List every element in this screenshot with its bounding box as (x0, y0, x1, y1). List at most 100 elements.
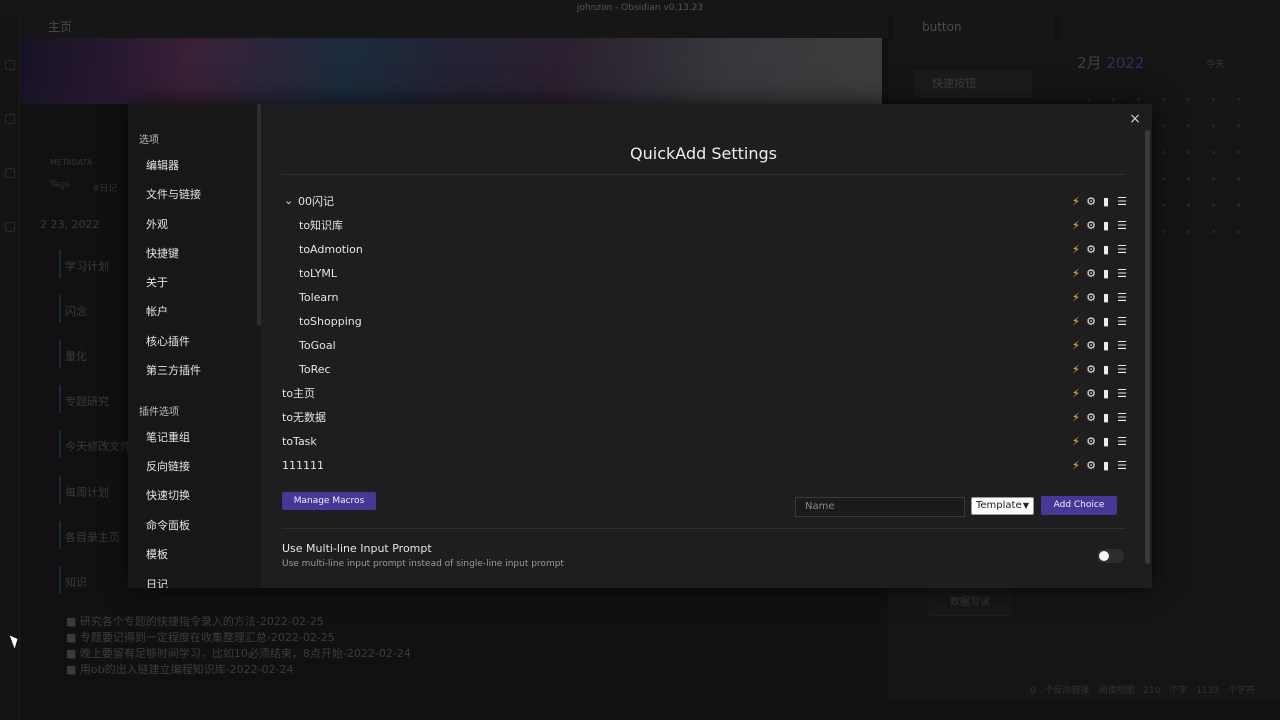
nav-item[interactable]: 每周计划 (59, 476, 109, 504)
trash-icon[interactable]: ▮ (1100, 436, 1112, 448)
lightning-icon[interactable]: ⚡ (1070, 364, 1082, 376)
close-icon[interactable]: × (1128, 112, 1142, 126)
sidebar-item-editor[interactable]: 编辑器 (146, 157, 179, 173)
sidebar-item-backlinks[interactable]: 反向链接 (146, 458, 190, 474)
trash-icon[interactable]: ▮ (1100, 340, 1112, 352)
trash-icon[interactable]: ▮ (1100, 412, 1112, 424)
button-note-tab[interactable]: button (894, 16, 1054, 38)
gear-icon[interactable]: ⚙ (1085, 196, 1097, 208)
trash-icon[interactable]: ▮ (1100, 316, 1112, 328)
drag-handle-icon[interactable]: ☰ (1116, 292, 1128, 304)
drag-handle-icon[interactable]: ☰ (1116, 316, 1128, 328)
nav-item[interactable]: 专题研究 (59, 385, 109, 413)
gear-icon[interactable]: ⚙ (1085, 244, 1097, 256)
sidebar-item-templates[interactable]: 模板 (146, 546, 168, 562)
manage-macros-button[interactable]: Manage Macros (282, 492, 376, 510)
sidebar-item-files[interactable]: 文件与链接 (146, 186, 201, 202)
sidebar-item-command-palette[interactable]: 命令面板 (146, 517, 190, 533)
nav-item[interactable]: 闪念 (59, 295, 87, 323)
bottom-button[interactable]: 数据写读 (929, 590, 1011, 616)
left-ribbon (0, 16, 20, 720)
ribbon-icon[interactable] (4, 222, 15, 232)
choice-label: 111111 (282, 459, 324, 472)
trash-icon[interactable]: ▮ (1100, 196, 1112, 208)
trash-icon[interactable]: ▮ (1100, 244, 1112, 256)
divider (282, 528, 1125, 529)
calendar-tab[interactable] (1060, 16, 1280, 38)
lightning-icon[interactable]: ⚡ (1070, 292, 1082, 304)
sidebar-item-note-composer[interactable]: 笔记重组 (146, 429, 190, 445)
lightning-icon[interactable]: ⚡ (1070, 220, 1082, 232)
gear-icon[interactable]: ⚙ (1085, 316, 1097, 328)
lightning-icon[interactable]: ⚡ (1070, 244, 1082, 256)
sidebar-item-appearance[interactable]: 外观 (146, 216, 168, 232)
choice-actions: ⚡ ⚙ ▮ ☰ (1070, 292, 1128, 304)
task-item[interactable]: 用ob的出入链建立编程知识库-2022-02-24 (66, 662, 411, 678)
settings-sidebar: 选项 编辑器 文件与链接 外观 快捷键 关于 帐户 核心插件 第三方插件 插件选… (128, 104, 261, 588)
multiline-toggle[interactable] (1097, 549, 1124, 563)
lightning-icon[interactable]: ⚡ (1070, 460, 1082, 472)
sidebar-item-account[interactable]: 帐户 (146, 303, 168, 319)
lightning-icon[interactable]: ⚡ (1070, 388, 1082, 400)
choice-type-select[interactable]: Template ▼ (971, 497, 1034, 515)
trash-icon[interactable]: ▮ (1100, 292, 1112, 304)
task-item[interactable]: 研究各个专题的快捷指令录入的方法-2022-02-25 (66, 614, 411, 630)
ribbon-icon[interactable] (4, 168, 15, 178)
gear-icon[interactable]: ⚙ (1085, 364, 1097, 376)
settings-scrollbar[interactable] (1145, 130, 1150, 564)
task-item[interactable]: 专题要记得到一定程度在收集整理汇总-2022-02-25 (66, 630, 411, 646)
sidebar-scrollbar[interactable] (257, 104, 261, 326)
lightning-icon[interactable]: ⚡ (1070, 412, 1082, 424)
trash-icon[interactable]: ▮ (1100, 388, 1112, 400)
lightning-icon[interactable]: ⚡ (1070, 196, 1082, 208)
nav-item[interactable]: 量化 (59, 340, 87, 368)
drag-handle-icon[interactable]: ☰ (1116, 220, 1128, 232)
nav-item[interactable]: 知识 (59, 566, 87, 594)
add-choice-button[interactable]: Add Choice (1041, 496, 1117, 515)
calendar-today-button[interactable]: 今天 (1206, 57, 1224, 70)
gear-icon[interactable]: ⚙ (1085, 412, 1097, 424)
nav-item[interactable]: 今天修改文件 (59, 430, 131, 458)
sidebar-item-about[interactable]: 关于 (146, 274, 168, 290)
sidebar-item-daily-notes[interactable]: 日记 (146, 576, 168, 588)
sidebar-item-community-plugins[interactable]: 第三方插件 (146, 362, 201, 378)
lightning-icon[interactable]: ⚡ (1070, 340, 1082, 352)
gear-icon[interactable]: ⚙ (1085, 460, 1097, 472)
gear-icon[interactable]: ⚙ (1085, 292, 1097, 304)
drag-handle-icon[interactable]: ☰ (1116, 460, 1128, 472)
task-item[interactable]: 晚上要留有足够时间学习，比如10必须结束，8点开始-2022-02-24 (66, 646, 411, 662)
sidebar-item-quick-switcher[interactable]: 快速切换 (146, 487, 190, 503)
trash-icon[interactable]: ▮ (1100, 364, 1112, 376)
sidebar-item-hotkeys[interactable]: 快捷键 (146, 245, 179, 261)
sidebar-item-core-plugins[interactable]: 核心插件 (146, 333, 190, 349)
gear-icon[interactable]: ⚙ (1085, 388, 1097, 400)
chevron-down-icon[interactable]: ⌄ (284, 195, 294, 206)
ribbon-icon[interactable] (4, 114, 15, 124)
drag-handle-icon[interactable]: ☰ (1116, 388, 1128, 400)
drag-handle-icon[interactable]: ☰ (1116, 244, 1128, 256)
drag-handle-icon[interactable]: ☰ (1116, 412, 1128, 424)
gear-icon[interactable]: ⚙ (1085, 340, 1097, 352)
lightning-icon[interactable]: ⚡ (1070, 316, 1082, 328)
trash-icon[interactable]: ▮ (1100, 460, 1112, 472)
nav-item[interactable]: 学习计划 (59, 250, 109, 278)
drag-handle-icon[interactable]: ☰ (1116, 436, 1128, 448)
gear-icon[interactable]: ⚙ (1085, 268, 1097, 280)
ribbon-icon[interactable] (4, 60, 15, 70)
drag-handle-icon[interactable]: ☰ (1116, 340, 1128, 352)
choice-label: to无数据 (282, 411, 327, 424)
drag-handle-icon[interactable]: ☰ (1116, 268, 1128, 280)
trash-icon[interactable]: ▮ (1100, 220, 1112, 232)
lightning-icon[interactable]: ⚡ (1070, 268, 1082, 280)
choice-name-input[interactable]: Name (795, 497, 965, 517)
drag-handle-icon[interactable]: ☰ (1116, 364, 1128, 376)
gear-icon[interactable]: ⚙ (1085, 436, 1097, 448)
main-note-tab[interactable]: 主页 (20, 16, 888, 38)
trash-icon[interactable]: ▮ (1100, 268, 1112, 280)
gear-icon[interactable]: ⚙ (1085, 220, 1097, 232)
drag-handle-icon[interactable]: ☰ (1116, 196, 1128, 208)
nav-item[interactable]: 各目录主页 (59, 521, 120, 549)
choice-label: to主页 (282, 387, 316, 400)
lightning-icon[interactable]: ⚡ (1070, 436, 1082, 448)
choice-actions: ⚡ ⚙ ▮ ☰ (1070, 340, 1128, 352)
